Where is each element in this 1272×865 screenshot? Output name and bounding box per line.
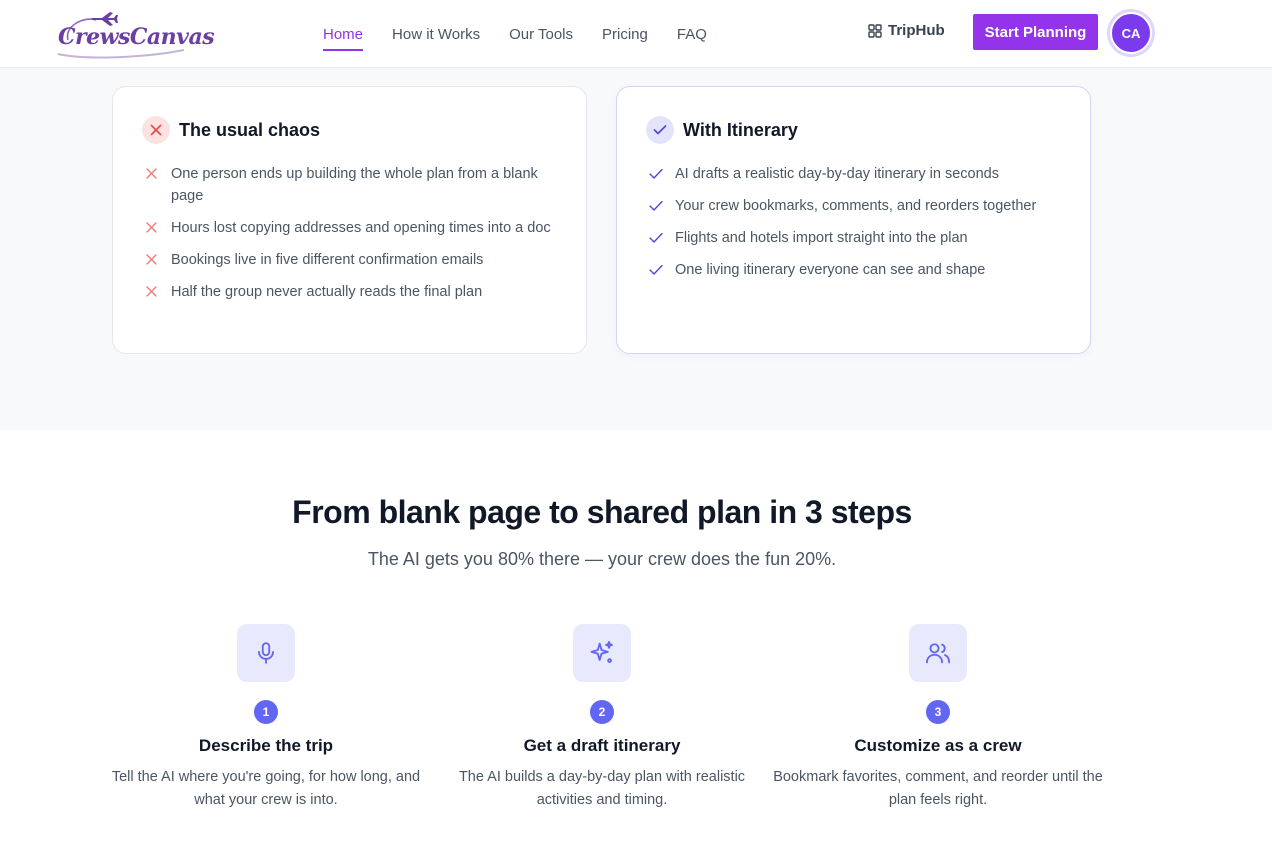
logo-text: CrewsCanvas: [58, 24, 215, 50]
nav-our-tools[interactable]: Our Tools: [509, 22, 573, 47]
x-badge-icon: [142, 116, 170, 144]
check-icon: [649, 200, 663, 211]
list-item: One living itinerary everyone can see an…: [648, 259, 1073, 281]
itinerary-title: With Itinerary: [683, 119, 798, 140]
itinerary-card-header: With Itinerary: [646, 116, 798, 144]
x-icon: [146, 254, 157, 265]
list-item: One person ends up building the whole pl…: [144, 163, 559, 207]
step-description: Tell the AI where you're going, for how …: [111, 769, 421, 808]
itinerary-card: With Itinerary AI drafts a realistic day…: [616, 86, 1091, 354]
step-title: Get a draft itinerary: [523, 736, 681, 755]
step-card-2: 2 Get a draft itinerary The AI builds a …: [434, 624, 770, 812]
check-icon: [649, 264, 663, 275]
list-item: Flights and hotels import straight into …: [648, 227, 1073, 249]
list-item: AI drafts a realistic day-by-day itinera…: [648, 163, 1073, 185]
microphone-icon: [237, 624, 295, 682]
step-number: 2: [590, 700, 614, 724]
users-icon: [909, 624, 967, 682]
list-item: Hours lost copying addresses and opening…: [144, 217, 559, 239]
check-icon: [649, 232, 663, 243]
nav-pricing[interactable]: Pricing: [602, 22, 648, 47]
step-number: 3: [926, 700, 950, 724]
list-item: Your crew bookmarks, comments, and reord…: [648, 195, 1073, 217]
site-header: CrewsCanvas Home How it Works Our Tools …: [0, 0, 1272, 68]
chaos-card: The usual chaos One person ends up build…: [112, 86, 587, 354]
steps-subtitle: The AI gets you 80% there — your crew do…: [367, 549, 837, 569]
x-icon: [146, 286, 157, 297]
chaos-list: One person ends up building the whole pl…: [144, 163, 559, 313]
nav-faq[interactable]: FAQ: [677, 22, 707, 47]
step-title: Customize as a crew: [854, 736, 1022, 755]
step-card-3: 3 Customize as a crew Bookmark favorites…: [770, 624, 1106, 812]
grid-icon: [868, 23, 882, 38]
avatar[interactable]: CA: [1110, 12, 1152, 54]
step-number: 1: [254, 700, 278, 724]
triphub-label: TripHub: [888, 22, 945, 39]
step-description: The AI builds a day-by-day plan with rea…: [458, 769, 746, 808]
check-badge-icon: [646, 116, 674, 144]
nav-how-it-works[interactable]: How it Works: [392, 22, 480, 47]
itinerary-list: AI drafts a realistic day-by-day itinera…: [648, 163, 1073, 291]
chaos-title: The usual chaos: [179, 119, 321, 140]
sparkles-icon: [573, 624, 631, 682]
start-planning-button[interactable]: Start Planning: [973, 14, 1098, 50]
logo[interactable]: CrewsCanvas: [54, 6, 215, 60]
check-icon: [649, 168, 663, 179]
list-item: Half the group never actually reads the …: [144, 281, 559, 303]
x-icon: [146, 222, 157, 233]
list-item: Bookings live in five different confirma…: [144, 249, 559, 271]
nav-home[interactable]: Home: [323, 22, 364, 51]
step-title: Describe the trip: [198, 736, 334, 755]
x-icon: [146, 168, 157, 179]
chaos-card-header: The usual chaos: [142, 116, 320, 144]
triphub-link[interactable]: TripHub: [868, 22, 945, 39]
main-nav: Home How it Works Our Tools Pricing FAQ: [323, 0, 707, 68]
steps-title: From blank page to shared plan in 3 step…: [292, 494, 912, 530]
step-card-1: 1 Describe the trip Tell the AI where yo…: [98, 624, 434, 812]
step-description: Bookmark favorites, comment, and reorder…: [773, 769, 1103, 808]
